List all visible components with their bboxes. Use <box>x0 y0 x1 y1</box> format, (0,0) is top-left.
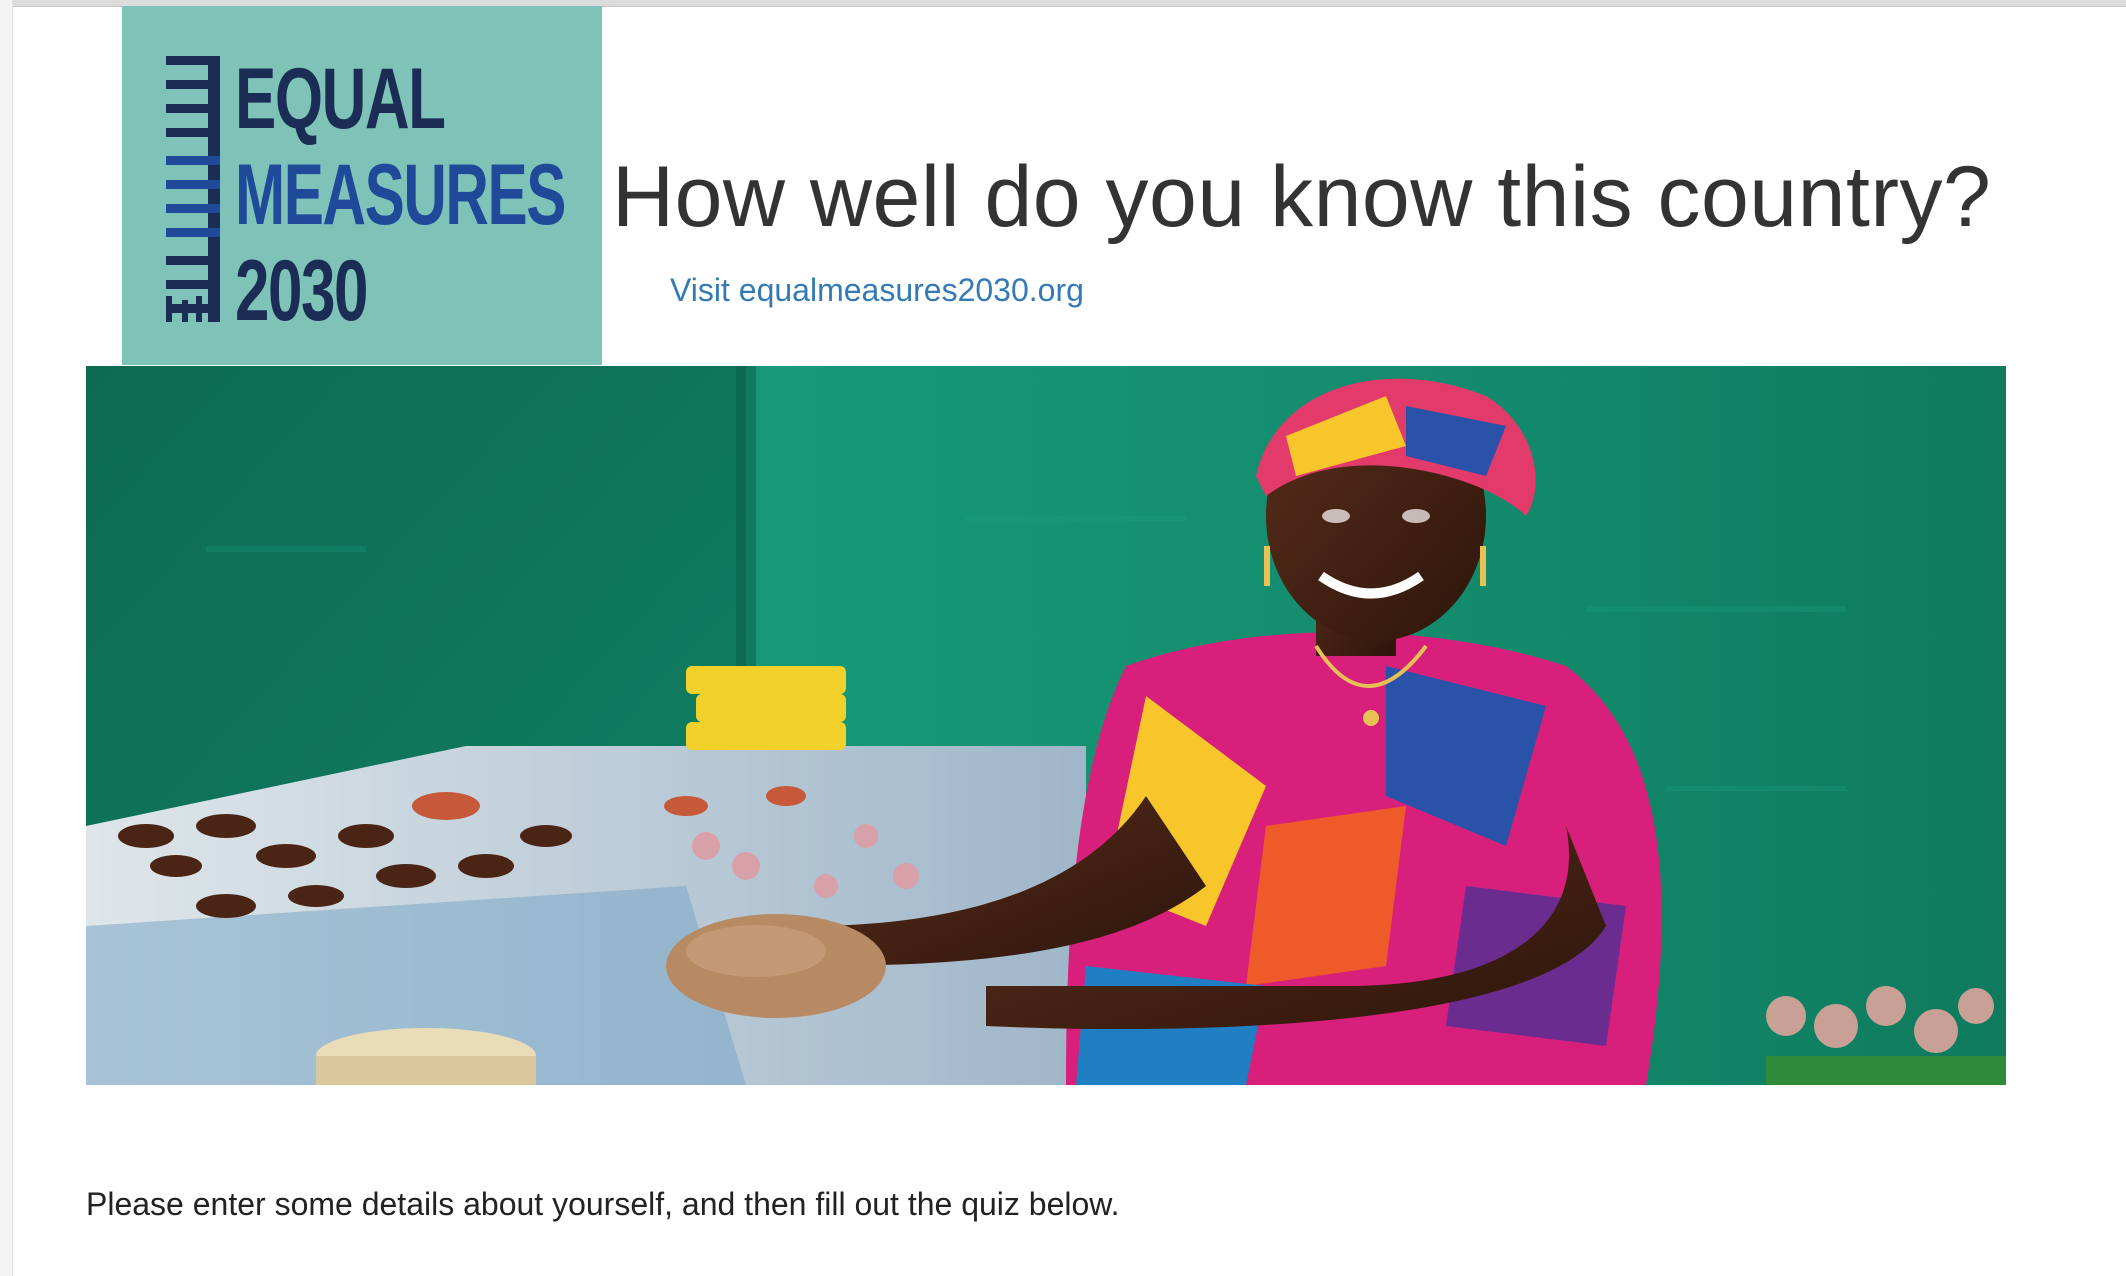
logo-word-equal: EQUAL <box>235 51 446 147</box>
logo-word-2030: 2030 <box>235 243 368 339</box>
window-left-edge <box>0 0 13 1276</box>
intro-text: Please enter some details about yourself… <box>86 1186 1120 1222</box>
visit-site-link[interactable]: Visit equalmeasures2030.org <box>670 272 1084 309</box>
page-title: How well do you know this country? <box>612 149 1992 245</box>
equal-measures-logo[interactable]: EQUAL MEASURES 2030 <box>122 6 602 365</box>
hero-image <box>86 366 2006 1085</box>
hero-photo-illustration <box>86 366 2006 1085</box>
logo-word-measures: MEASURES <box>235 147 566 243</box>
